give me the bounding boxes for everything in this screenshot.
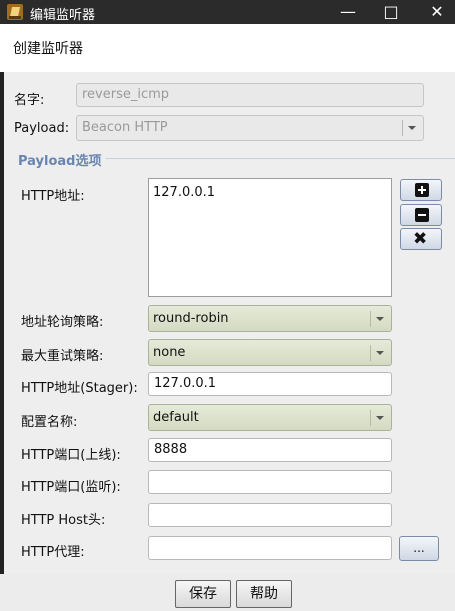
close-icon[interactable]: ✕ (424, 0, 450, 24)
host-header-input[interactable] (148, 503, 392, 527)
app-icon (7, 4, 23, 20)
profile-selected: default (153, 410, 199, 425)
port-label: HTTP端口(上线): (21, 448, 121, 463)
profile-select[interactable]: default (148, 404, 392, 431)
save-button[interactable]: 保存 (175, 580, 231, 608)
profile-label: 配置名称: (21, 415, 78, 430)
payload-options-title: Payload选项 (18, 154, 102, 169)
remove-icon (415, 208, 429, 222)
http-address-label: HTTP地址: (21, 189, 85, 204)
http-address-entry[interactable]: 127.0.0.1 (153, 185, 215, 200)
retry-select[interactable]: none (148, 339, 392, 366)
rotation-select[interactable]: round-robin (148, 305, 392, 332)
minimize-icon[interactable]: — (335, 0, 361, 24)
dropdown-arrow-icon (402, 120, 419, 136)
rotation-label: 地址轮询策略: (21, 315, 104, 330)
proxy-input[interactable] (148, 536, 392, 560)
clear-addresses-button[interactable]: ✖ (400, 228, 442, 250)
proxy-label: HTTP代理: (21, 545, 85, 560)
window-edge (0, 72, 4, 611)
proxy-settings-button[interactable]: ... (399, 536, 439, 561)
payload-selected: Beacon HTTP (82, 120, 168, 135)
bind-port-input[interactable] (148, 470, 392, 494)
host-header-label: HTTP Host头: (21, 513, 106, 528)
dialog-header-title: 创建监听器 (13, 41, 83, 57)
port-input[interactable]: 8888 (148, 438, 392, 462)
payload-label: Payload: (14, 121, 70, 136)
bind-port-label: HTTP端口(监听): (21, 480, 121, 495)
group-divider (106, 158, 455, 159)
help-button[interactable]: 帮助 (236, 580, 292, 608)
add-icon (415, 183, 429, 197)
stager-input[interactable]: 127.0.0.1 (148, 372, 392, 396)
retry-selected: none (153, 345, 186, 360)
dropdown-arrow-icon (370, 410, 387, 426)
name-field[interactable]: reverse_icmp (76, 83, 424, 107)
dropdown-arrow-icon (370, 311, 387, 327)
http-address-list[interactable]: 127.0.0.1 (148, 178, 392, 297)
dropdown-arrow-icon (370, 345, 387, 361)
rotation-selected: round-robin (153, 311, 229, 326)
remove-address-button[interactable] (400, 204, 442, 226)
add-address-button[interactable] (400, 179, 442, 201)
window-title: 编辑监听器 (30, 8, 96, 23)
stager-label: HTTP地址(Stager): (21, 381, 138, 396)
retry-label: 最大重试策略: (21, 349, 104, 364)
name-label: 名字: (14, 93, 45, 108)
payload-select[interactable]: Beacon HTTP (76, 115, 424, 141)
clear-icon: ✖ (413, 229, 428, 249)
maximize-icon[interactable]: □ (378, 0, 404, 24)
